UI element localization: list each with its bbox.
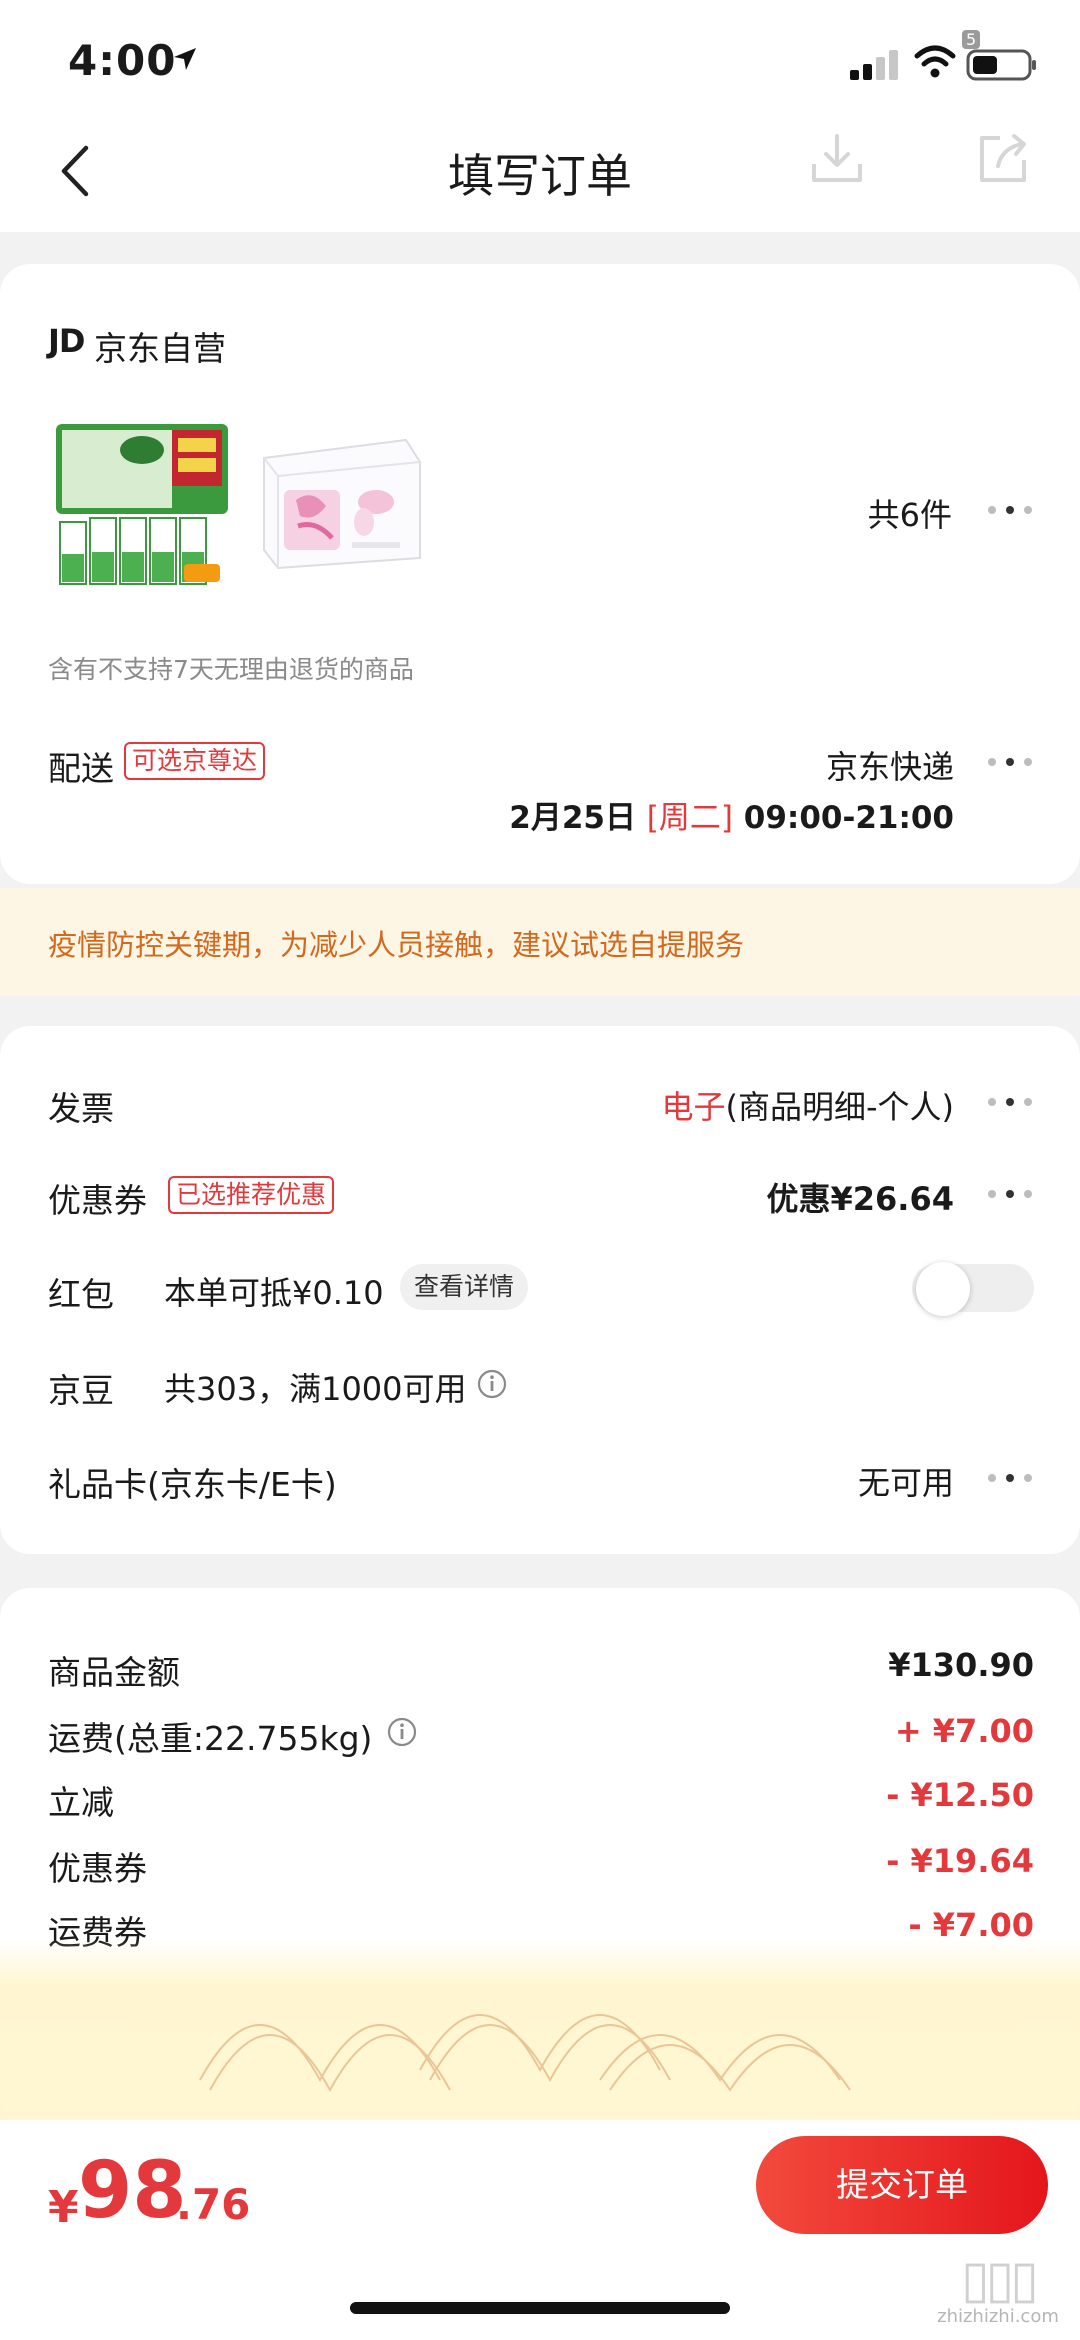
total-currency: ¥ [48, 2182, 79, 2233]
jingdou-text: 共303，满1000可用 [164, 1370, 467, 1408]
invoice-type: 电子 [661, 1088, 726, 1126]
signal-icon [850, 50, 898, 80]
location-arrow-icon [174, 48, 196, 70]
invoice-value[interactable]: 电子(商品明细-个人) [661, 1082, 954, 1128]
download-icon[interactable] [808, 130, 866, 188]
status-time: 4:00 [68, 36, 177, 85]
watermark: ▯▯▯ zhizhizhi.com [928, 2254, 1068, 2334]
page-title: 填写订单 [448, 149, 632, 203]
delivery-date: 2月25日 [周二] 09:00-21:00 [509, 792, 954, 837]
invoice-label: 发票 [48, 1089, 114, 1128]
delivery-label: 配送 [48, 749, 114, 788]
gift-card-more-icon[interactable] [984, 1468, 1036, 1488]
red-packet-label: 红包 [48, 1275, 114, 1314]
gift-card-value[interactable]: 无可用 [858, 1458, 954, 1504]
watermark-logo-icon: ▯▯▯ [961, 2250, 1039, 2310]
delivery-more-icon[interactable] [984, 752, 1036, 772]
submit-order-button[interactable]: 提交订单 [756, 2136, 1048, 2234]
share-icon[interactable] [974, 128, 1032, 186]
summary-label: 商品金额 [48, 1653, 180, 1692]
coupon-value[interactable]: 优惠¥26.64 [767, 1174, 955, 1220]
battery-icon [966, 49, 1036, 81]
delivery-carrier[interactable]: 京东快递 [826, 742, 954, 788]
wifi-icon [914, 45, 956, 78]
coupon-label: 优惠券 [48, 1181, 147, 1220]
item-count: 共6件 [867, 496, 952, 534]
red-packet-text: 本单可抵¥0.10 [164, 1274, 384, 1312]
summary-value: + ¥7.00 [894, 1712, 1034, 1750]
battery-badge: 5 [962, 30, 981, 49]
summary-value: - ¥12.50 [886, 1776, 1034, 1814]
redaction-scribble [199, 2014, 851, 2093]
gift-card-label: 礼品卡(京东卡/E卡) [48, 1465, 337, 1504]
watermark-text: zhizhizhi.com [937, 2306, 1059, 2327]
invoice-detail: (商品明细-个人) [725, 1088, 954, 1126]
total-price-integer: 98 [78, 2146, 187, 2236]
view-detail-button[interactable]: 查看详情 [400, 1264, 529, 1310]
delivery-date-day: 2月25日 [509, 800, 636, 836]
epidemic-notice-text: 疫情防控关键期，为减少人员接触，建议试选自提服务 [48, 928, 745, 962]
shipping-info-icon[interactable] [386, 1716, 418, 1748]
delivery-weekday: [周二] [646, 800, 733, 836]
jd-logo: JD [48, 322, 85, 360]
total-price-decimal: .76 [176, 2180, 251, 2229]
coupon-tag: 已选推荐优惠 [168, 1176, 335, 1214]
return-policy-note: 含有不支持7天无理由退货的商品 [48, 655, 414, 684]
product-image-pads[interactable] [256, 436, 424, 572]
summary-label: 立减 [48, 1783, 114, 1822]
delivery-time-range: 09:00-21:00 [743, 800, 954, 836]
jingdou-label: 京豆 [48, 1371, 114, 1410]
coupon-more-icon[interactable] [984, 1184, 1036, 1204]
items-more-icon[interactable] [984, 500, 1036, 520]
invoice-more-icon[interactable] [984, 1092, 1036, 1112]
summary-label: 运费(总重:22.755kg) [48, 1719, 373, 1758]
shop-name: 京东自营 [94, 329, 226, 368]
summary-value: ¥130.90 [888, 1646, 1034, 1684]
home-indicator [350, 2302, 730, 2314]
red-packet-toggle-knob[interactable] [916, 1262, 970, 1316]
summary-label: 优惠券 [48, 1849, 147, 1888]
info-icon[interactable] [476, 1368, 508, 1400]
summary-value: - ¥19.64 [886, 1842, 1034, 1880]
product-image-milk[interactable] [52, 414, 232, 592]
delivery-tag[interactable]: 可选京尊达 [124, 742, 266, 780]
